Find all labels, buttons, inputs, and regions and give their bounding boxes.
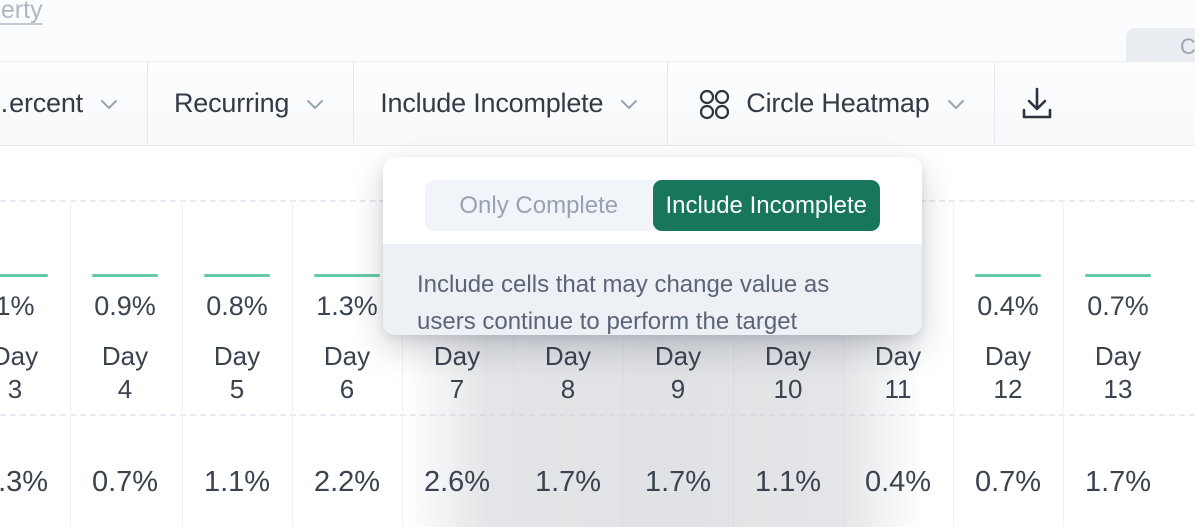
cell-value: 1.7% (644, 466, 712, 498)
day-number: 6 (339, 374, 355, 404)
toolbar-item-recurring[interactable]: Recurring (148, 62, 355, 145)
cell-value: 0.4% (864, 466, 932, 498)
cell-value: 1.7% (534, 466, 602, 498)
day-word: Day (213, 341, 261, 371)
cell-value: 0.7% (1087, 291, 1149, 321)
chevron-down-icon (303, 92, 327, 116)
toolbar-item-circle-heatmap[interactable]: Circle Heatmap (668, 62, 995, 145)
grid-cell-lower: 1.7% (1063, 462, 1173, 502)
grid-cell-lower: 2.6% (402, 462, 512, 502)
grid-cell-lower: 1.7% (513, 462, 623, 502)
grid-day-label: Day 11 (843, 340, 953, 416)
segment-only-complete[interactable]: Only Complete (425, 180, 653, 231)
grid-cell-lower: 0.7% (70, 462, 180, 502)
top-bar: …perty C (0, 0, 1195, 64)
side-tab-label: C (1180, 34, 1195, 59)
download-icon (1017, 84, 1057, 124)
grid-day-label: Day 6 (292, 340, 402, 416)
toolbar-item-include-incomplete-label: Include Incomplete (380, 88, 604, 118)
toolbar-item-percent[interactable]: …ercent (0, 62, 148, 145)
cell-value: 0.9% (94, 291, 156, 321)
cell-value: 2.3% (0, 466, 49, 498)
grid-day-label: Day 9 (623, 340, 733, 416)
grid-cell-lower: 2.3% (0, 462, 70, 502)
grid-day-label: Day 5 (182, 340, 292, 416)
day-word: Day (764, 341, 812, 371)
side-tab[interactable]: C (1126, 28, 1195, 64)
grid-cell-lower: 1.1% (733, 462, 843, 502)
toolbar-item-recurring-label: Recurring (174, 88, 290, 118)
grid-day-label: Day 8 (513, 340, 623, 416)
grid-day-label: Day 12 (953, 340, 1063, 416)
day-number: 4 (117, 374, 133, 404)
chevron-down-icon (944, 92, 968, 116)
grid-day-label: Day 13 (1063, 340, 1173, 416)
chevron-down-icon (617, 92, 641, 116)
day-number: 10 (773, 374, 803, 404)
cell-value: 0.4% (977, 291, 1039, 321)
grid-cell-upper: 0.8% (182, 274, 292, 326)
cell-value: 2.2% (313, 466, 381, 498)
toolbar-item-circle-heatmap-label: Circle Heatmap (746, 88, 930, 118)
day-word: Day (984, 341, 1032, 371)
grid-day-label: Day 4 (70, 340, 180, 416)
cell-value: 0.7% (91, 466, 159, 498)
cell-value: 1.7% (1084, 466, 1152, 498)
grid-cell-lower: 0.7% (953, 462, 1063, 502)
include-incomplete-popover: Only Complete Include Incomplete Include… (383, 157, 922, 335)
day-number: 7 (449, 374, 465, 404)
cell-value: 1.1% (203, 466, 271, 498)
day-word: Day (874, 341, 922, 371)
day-number: 13 (1103, 374, 1133, 404)
toolbar-item-percent-label: …ercent (0, 88, 83, 118)
day-number: 8 (560, 374, 576, 404)
popover-description-text: Include cells that may change value as u… (417, 271, 830, 335)
chevron-down-icon (97, 92, 121, 116)
grid-day-label: Day 3 (0, 340, 70, 416)
day-number: 11 (884, 374, 912, 404)
cell-value-bar (204, 274, 270, 277)
day-word: Day (0, 341, 39, 371)
cell-value: 0.8% (206, 291, 268, 321)
grid-cell-upper: 0.4% (953, 274, 1063, 326)
four-circles-icon (694, 84, 734, 124)
day-number: 12 (993, 374, 1023, 404)
completeness-segmented-control: Only Complete Include Incomplete (425, 180, 880, 231)
cell-value: 1% (0, 291, 35, 321)
day-word: Day (654, 341, 702, 371)
popover-description: Include cells that may change value as u… (383, 244, 922, 335)
day-word: Day (544, 341, 592, 371)
grid-cell-lower: 1.7% (623, 462, 733, 502)
breadcrumb-link[interactable]: …perty (0, 0, 43, 25)
cell-value: 2.6% (423, 466, 491, 498)
day-number: 5 (229, 374, 245, 404)
cell-value-bar (0, 274, 48, 277)
day-word: Day (433, 341, 481, 371)
day-word: Day (1094, 341, 1142, 371)
grid-day-label: Day 10 (733, 340, 843, 416)
day-number: 9 (670, 374, 686, 404)
day-number: 3 (7, 374, 23, 404)
grid-cell-upper: 1% (0, 274, 70, 326)
grid-cell-lower: 0.4% (843, 462, 953, 502)
cell-value: 1.1% (754, 466, 822, 498)
grid-cell-upper: 0.7% (1063, 274, 1173, 326)
toolbar-item-include-incomplete[interactable]: Include Incomplete (354, 62, 669, 145)
grid-day-label: Day 7 (402, 340, 512, 416)
toolbar: …ercent Recurring Include Incomplete (0, 62, 1195, 146)
grid-cell-lower: 1.1% (182, 462, 292, 502)
grid-cell-upper: 0.9% (70, 274, 180, 326)
cell-value-bar (975, 274, 1041, 277)
segment-include-incomplete[interactable]: Include Incomplete (652, 180, 880, 231)
cell-value-bar (1085, 274, 1151, 277)
cell-value-bar (92, 274, 158, 277)
cell-value-bar (314, 274, 380, 277)
day-word: Day (323, 341, 371, 371)
cell-value: 0.7% (974, 466, 1042, 498)
download-button[interactable] (995, 62, 1079, 145)
grid-cell-lower: 2.2% (292, 462, 402, 502)
day-word: Day (101, 341, 149, 371)
